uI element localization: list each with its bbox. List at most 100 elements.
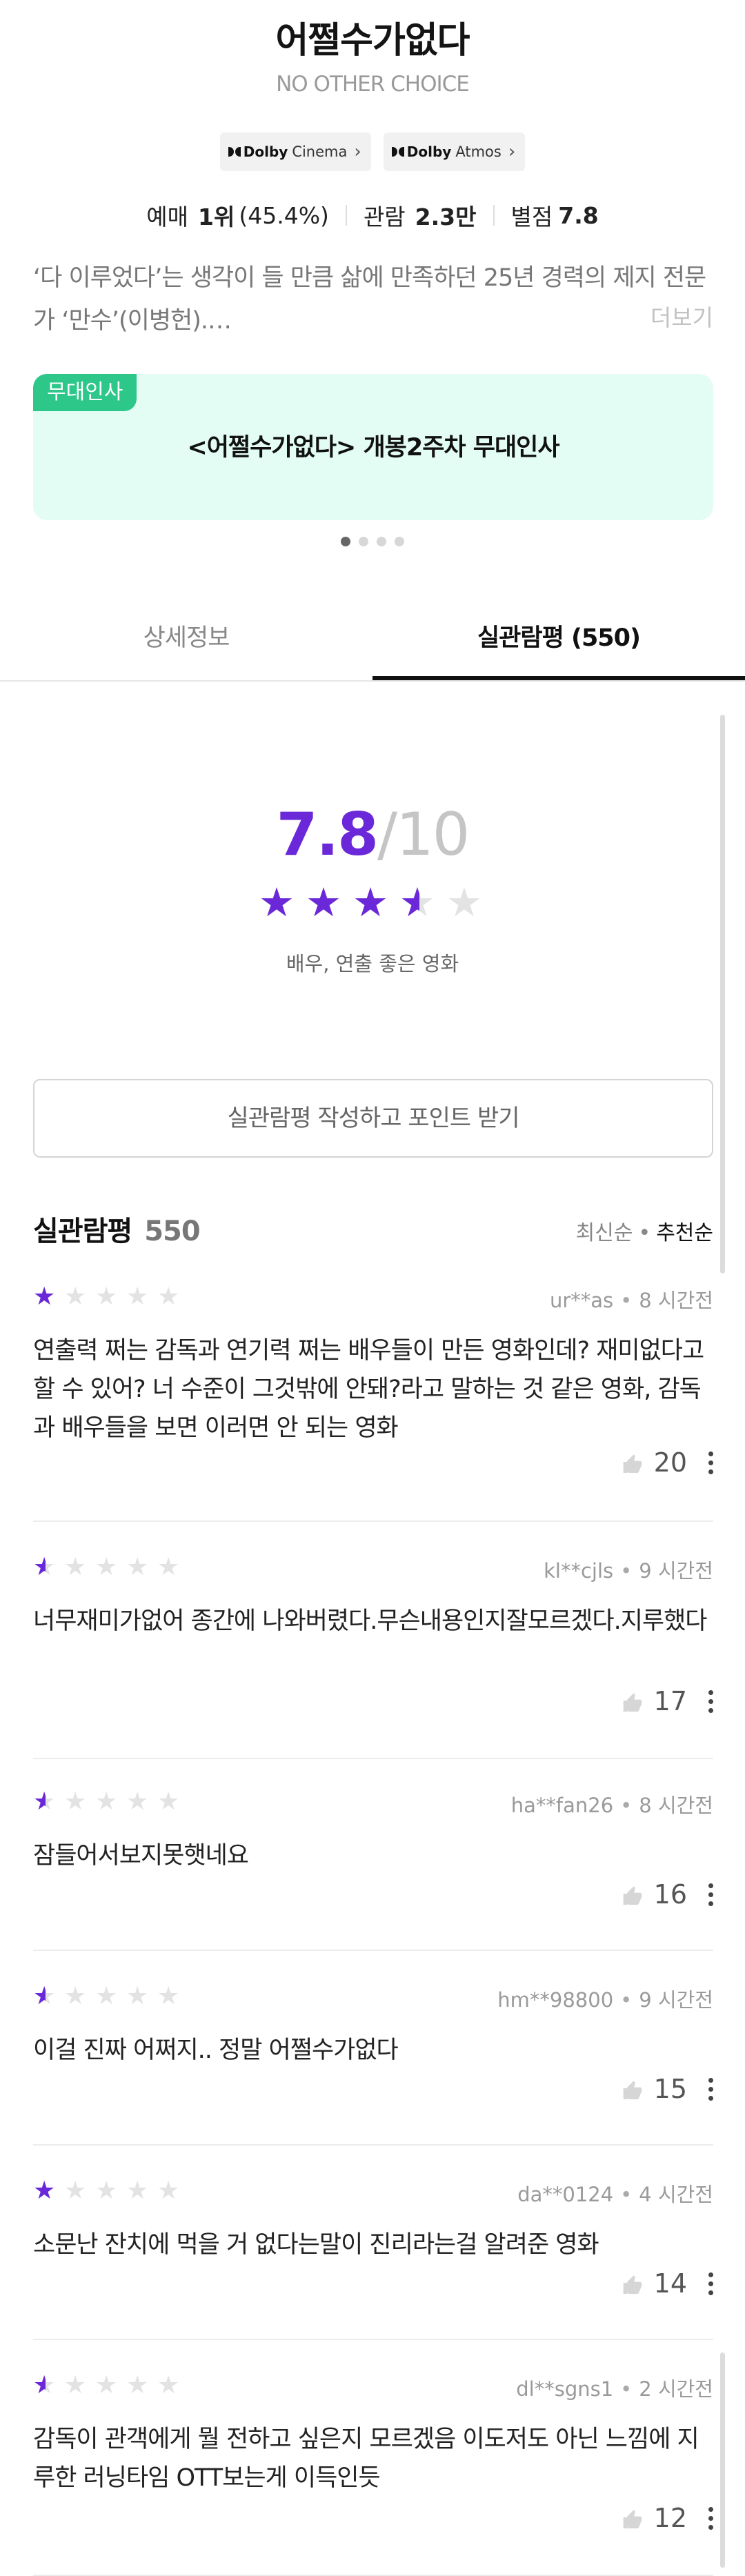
star-icon: ★★ (95, 1282, 118, 1311)
rating-tagline: 배우, 연출 좋은 영화 (286, 952, 459, 975)
review-time: 4 시간전 (639, 2183, 713, 2206)
star-icon: ★★ (126, 1787, 149, 1816)
synopsis: ‘다 이루었다’는 생각이 들 만큼 삶에 만족하던 25년 경력의 제지 전문… (33, 264, 706, 335)
like-count: 14 (653, 2268, 687, 2299)
event-banner[interactable]: 무대인사 <어쩔수가없다> 개봉2주차 무대인사 (33, 374, 713, 520)
tab-bar: 상세정보 실관람평 (550) (0, 604, 745, 682)
banner-text: <어쩔수가없다> 개봉2주차 무대인사 (187, 434, 559, 462)
thumbs-up-icon[interactable] (621, 1690, 644, 1712)
star-icon: ★★ (33, 1787, 56, 1816)
star-icon: ★★ (64, 1982, 87, 2010)
review-meta: ha**fan26 • 8 시간전 (511, 1790, 713, 1819)
review-meta: ur**as • 8 시간전 (550, 1285, 713, 1314)
review-stars: ★★ ★★ ★★ ★★ ★★ (33, 1983, 182, 2010)
star-icon: ★★ (157, 1982, 180, 2010)
review-meta: kl**cjls • 9 시간전 (544, 1555, 713, 1584)
write-review-button[interactable]: 실관람평 작성하고 포인트 받기 (33, 1079, 713, 1158)
review-item: ★★ ★★ ★★ ★★ ★★ kl**cjls•9 시간전너무재미가없어 종간에 나와버렸… (33, 1554, 713, 1759)
review-stars: ★★ ★★ ★★ ★★ ★★ (33, 1788, 182, 1816)
review-stars: ★★ ★★ ★★ ★★ ★★ (33, 1554, 182, 1581)
review-footer: 16 (621, 1879, 713, 1910)
dolby-cinema-badge[interactable]: Dolby Cinema › (219, 132, 371, 171)
movie-title: 어쩔수가없다 (275, 20, 470, 61)
review-text: 연출력 쩌는 감독과 연기력 쩌는 배우들이 만든 영화인데? 재미없다고 할 … (33, 1337, 704, 1442)
format-badges: Dolby Cinema › Dolby Atmos › (0, 132, 745, 171)
divider-dot: • (620, 1559, 633, 1583)
review-footer: 15 (621, 2074, 713, 2104)
chevron-right-icon: › (508, 141, 516, 162)
score-value: 7.8 (276, 800, 379, 869)
dolby-logo-icon: Dolby (391, 143, 451, 160)
divider-dot: • (638, 1221, 651, 1245)
movie-subtitle: NO OTHER CHOICE (276, 72, 470, 97)
review-footer: 12 (621, 2503, 713, 2533)
star-icon: ★★ (157, 1282, 180, 1311)
booking-label: 예매 (146, 204, 189, 230)
scrollbar[interactable] (720, 715, 725, 1274)
rating-value: 7.8 (558, 201, 599, 229)
more-link[interactable]: 더보기 (650, 299, 713, 333)
audience-label: 관람 (363, 204, 406, 230)
thumbs-up-icon[interactable] (621, 2078, 644, 2100)
review-footer: 20 (621, 1447, 713, 1478)
divider-dot: • (620, 2377, 633, 2401)
more-options-icon[interactable] (708, 1451, 713, 1474)
review-time: 8 시간전 (639, 1794, 713, 1817)
tab-reviews[interactable]: 실관람평 (550) (372, 604, 745, 680)
like-count: 16 (653, 1879, 687, 1910)
review-time: 2 시간전 (639, 2377, 713, 2401)
tab-details[interactable]: 상세정보 (0, 604, 372, 680)
star-icon: ★★ (33, 1982, 56, 2010)
movie-stats: 예매 1위 (45.4%) 관람 2.3만 별점 7.8 (0, 199, 745, 232)
more-options-icon[interactable] (708, 2506, 713, 2530)
star-icon: ★★ (95, 1982, 118, 2010)
review-item: ★★ ★★ ★★ ★★ ★★ ur**as • 8 시간전연출력 쩌는 감독과 연기력 쩌는 … (33, 1283, 713, 1522)
more-options-icon[interactable] (708, 2077, 713, 2101)
booking-rank: 1위 (198, 204, 235, 230)
sort-latest[interactable]: 최신순 (576, 1221, 633, 1245)
thumbs-up-icon[interactable] (621, 2507, 644, 2529)
review-stars: ★★ ★★ ★★ ★★ ★★ (33, 1283, 182, 1311)
scrollbar[interactable] (720, 2352, 725, 2568)
star-icon: ★★ (33, 2371, 56, 2399)
star-icon: ★★ (64, 1282, 87, 1311)
badge-label: Cinema (292, 143, 348, 160)
review-meta: da**0124 • 4 시간전 (517, 2179, 713, 2208)
review-time: 9 시간전 (639, 1988, 713, 2012)
star-icon: ★★ (64, 2177, 87, 2205)
review-stars: ★★ ★★ ★★ ★★ ★★ (33, 2177, 182, 2205)
star-icon: ★★ (126, 1982, 149, 2010)
booking-pct: (45.4%) (239, 201, 329, 229)
review-text: 너무재미가없어 종간에 나와버렸다.무슨내용인지잘모르겠다.지루했다 (33, 1607, 708, 1635)
review-footer: 14 (621, 2268, 713, 2299)
review-user: kl**cjls (544, 1559, 614, 1583)
star-icon: ★★ (157, 2371, 180, 2399)
star-icon: ★★ (352, 879, 388, 926)
star-icon: ★★ (95, 2177, 118, 2205)
more-options-icon[interactable] (708, 1883, 713, 1906)
star-icon: ★★ (399, 879, 435, 926)
carousel-dot[interactable] (377, 537, 386, 546)
review-meta: hm**98800 • 9 시간전 (497, 1984, 713, 2013)
thumbs-up-icon[interactable] (621, 2272, 644, 2295)
thumbs-up-icon[interactable] (621, 1452, 644, 1474)
star-icon: ★★ (33, 2177, 56, 2205)
review-user: ur**as (549, 1289, 614, 1312)
carousel-dot[interactable] (341, 537, 350, 546)
review-stars: ★★ ★★ ★★ ★★ ★★ (33, 2372, 182, 2399)
star-icon: ★★ (64, 2371, 87, 2399)
thumbs-up-icon[interactable] (621, 1883, 644, 1905)
carousel-dot[interactable] (395, 537, 404, 546)
sort-recommended[interactable]: 추천순 (656, 1221, 713, 1245)
star-icon: ★★ (126, 1553, 149, 1581)
dolby-atmos-badge[interactable]: Dolby Atmos › (383, 132, 526, 171)
star-icon: ★★ (259, 879, 295, 926)
banner-tag: 무대인사 (33, 374, 137, 411)
carousel-dot[interactable] (359, 537, 368, 546)
more-options-icon[interactable] (708, 1690, 713, 1713)
like-count: 12 (653, 2503, 687, 2533)
more-options-icon[interactable] (708, 2272, 713, 2295)
review-text: 이걸 진짜 어쩌지.. 정말 어쩔수가없다 (33, 2037, 399, 2064)
star-icon: ★★ (33, 1553, 56, 1581)
review-text: 잠들어서보지못햇네요 (33, 1842, 249, 1870)
